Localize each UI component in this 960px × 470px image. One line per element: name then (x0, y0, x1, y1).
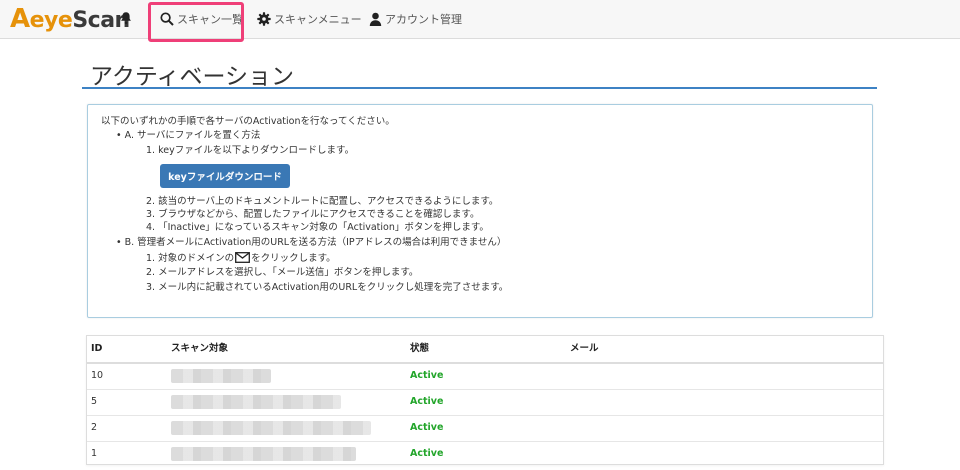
nav-scan-menu[interactable]: スキャンメニュー (257, 0, 362, 38)
table-row: 2 Active (87, 415, 883, 442)
aeyescan-logo[interactable]: AeyeScan (10, 5, 130, 33)
row-id: 1 (91, 448, 98, 459)
redacted-target (171, 369, 271, 383)
nav-account-management-label: アカウント管理 (385, 13, 462, 26)
step-a1: 1. keyファイルを以下よりダウンロードします。 (146, 145, 355, 156)
method-a-title: • A. サーバにファイルを置く方法 (116, 130, 261, 141)
header-id: ID (91, 343, 103, 354)
top-navbar: AeyeScan スキャン一覧 スキャンメニュー アカウント管理 (0, 0, 960, 39)
header-scan-target: スキャン対象 (171, 343, 229, 354)
bell-icon[interactable] (119, 11, 133, 25)
scan-target-table: ID スキャン対象 状態 メール 10 Active 5 Active 2 Ac… (86, 335, 884, 465)
header-mail: メール (570, 343, 599, 354)
status-badge: Active (410, 396, 444, 407)
status-badge: Active (410, 448, 444, 459)
step-a4: 4. 「Inactive」になっているスキャン対象の「Activation」ボタ… (146, 222, 489, 233)
person-icon (369, 12, 382, 26)
redacted-target (171, 421, 371, 435)
step-b3: 3. メール内に記載されているActivation用のURLをクリックし処理を完… (146, 282, 509, 293)
step-b1: 1. 対象のドメインの をクリックします。 (146, 252, 336, 264)
table-row: 10 Active (87, 363, 883, 390)
redacted-target (171, 447, 356, 461)
row-id: 10 (91, 370, 104, 381)
nav-account-management[interactable]: アカウント管理 (369, 0, 462, 38)
scan-list-highlight-box (148, 2, 244, 42)
status-badge: Active (410, 370, 444, 381)
title-divider (82, 87, 877, 89)
page-title: アクティベーション (90, 64, 295, 90)
mail-icon (235, 252, 251, 263)
redacted-target (171, 395, 341, 409)
table-row: 5 Active (87, 389, 883, 416)
gear-icon (257, 12, 271, 26)
table-header-row: ID スキャン対象 状態 メール (87, 336, 883, 364)
header-state: 状態 (410, 343, 430, 354)
row-id: 2 (91, 422, 98, 433)
instructions-intro: 以下のいずれかの手順で各サーバのActivationを行なってください。 (101, 116, 395, 127)
row-id: 5 (91, 396, 98, 407)
key-file-download-button[interactable]: keyファイルダウンロード (160, 164, 290, 188)
method-b-title: • B. 管理者メールにActivation用のURLを送る方法（IPアドレスの… (116, 237, 507, 248)
nav-scan-menu-label: スキャンメニュー (274, 13, 362, 26)
step-a2: 2. 該当のサーバ上のドキュメントルートに配置し、アクセスできるようにします。 (146, 196, 499, 207)
status-badge: Active (410, 422, 444, 433)
step-a3: 3. ブラウザなどから、配置したファイルにアクセスできることを確認します。 (146, 209, 480, 220)
table-row: 1 Active (87, 441, 883, 467)
step-b2: 2. メールアドレスを選択し、「メール送信」ボタンを押します。 (146, 267, 419, 278)
